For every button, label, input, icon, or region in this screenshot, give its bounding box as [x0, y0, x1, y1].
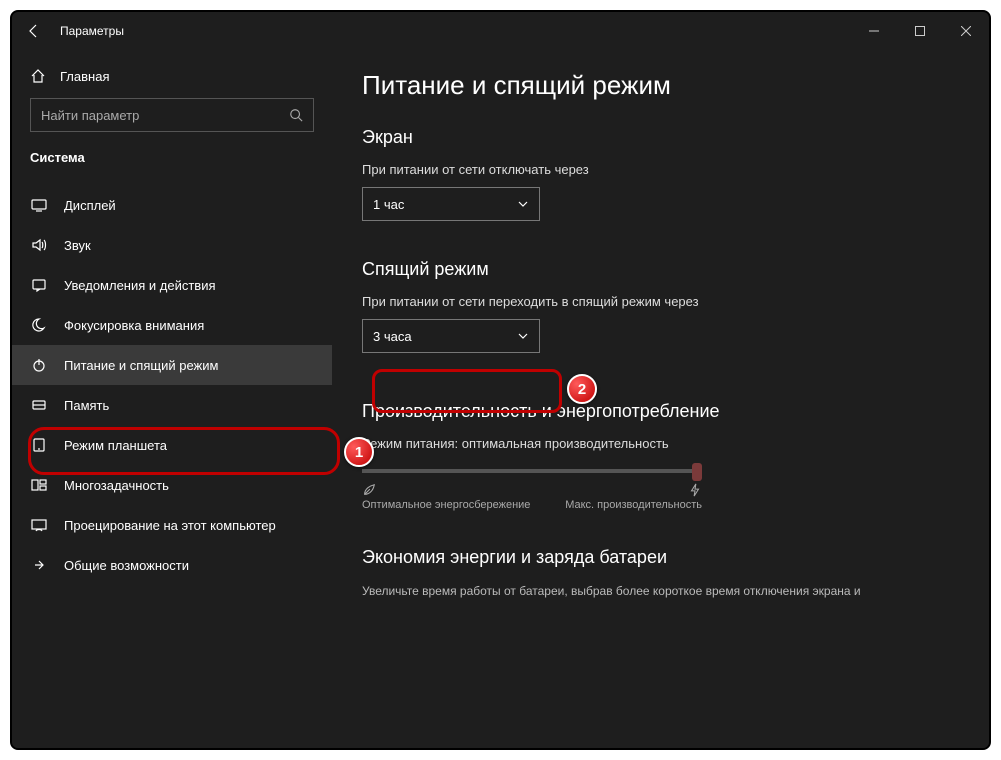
sidebar-item-multitask[interactable]: Многозадачность [12, 465, 332, 505]
screen-label: При питании от сети отключать через [362, 162, 959, 177]
perf-right-label: Макс. производительность [565, 499, 702, 511]
annotation-marker-1: 1 [344, 437, 374, 467]
sidebar-item-label: Многозадачность [64, 478, 169, 493]
multitask-icon [30, 477, 48, 493]
leaf-icon [362, 483, 376, 497]
minimize-button[interactable] [851, 12, 897, 50]
search-placeholder: Найти параметр [41, 108, 139, 123]
storage-icon [30, 397, 48, 413]
sidebar-home[interactable]: Главная [12, 58, 332, 98]
slider-thumb[interactable] [692, 463, 702, 481]
economy-heading: Экономия энергии и заряда батареи [362, 547, 959, 568]
home-icon [30, 68, 46, 84]
sidebar-item-notifications[interactable]: Уведомления и действия [12, 265, 332, 305]
sidebar-category: Система [12, 150, 332, 175]
sidebar-item-power[interactable]: Питание и спящий режим [12, 345, 332, 385]
sleep-timeout-dropdown[interactable]: 3 часа [362, 319, 540, 353]
perf-heading: Производительность и энергопотребление [362, 401, 959, 422]
perf-left-label: Оптимальное энергосбережение [362, 499, 530, 511]
sleep-label: При питании от сети переходить в спящий … [362, 294, 959, 309]
page-title: Питание и спящий режим [362, 70, 959, 101]
sidebar-home-label: Главная [60, 69, 109, 84]
sidebar-item-sound[interactable]: Звук [12, 225, 332, 265]
notifications-icon [30, 277, 48, 293]
sidebar-item-tablet[interactable]: Режим планшета [12, 425, 332, 465]
screen-timeout-value: 1 час [373, 197, 404, 212]
projecting-icon [30, 517, 48, 533]
sleep-timeout-value: 3 часа [373, 329, 412, 344]
screen-timeout-dropdown[interactable]: 1 час [362, 187, 540, 221]
sidebar-item-label: Общие возможности [64, 558, 189, 573]
chevron-down-icon [517, 198, 529, 210]
display-icon [30, 197, 48, 213]
bolt-icon [688, 483, 702, 497]
annotation-marker-2: 2 [567, 374, 597, 404]
sidebar-item-focus[interactable]: Фокусировка внимания [12, 305, 332, 345]
sound-icon [30, 237, 48, 253]
sidebar-item-label: Режим планшета [64, 438, 167, 453]
sidebar-item-storage[interactable]: Память [12, 385, 332, 425]
chevron-down-icon [517, 330, 529, 342]
main-panel: Питание и спящий режим Экран При питании… [332, 50, 989, 748]
sidebar-item-shared[interactable]: Общие возможности [12, 545, 332, 585]
sidebar-item-label: Память [64, 398, 109, 413]
window-title: Параметры [56, 24, 124, 38]
close-button[interactable] [943, 12, 989, 50]
focus-icon [30, 317, 48, 333]
maximize-button[interactable] [897, 12, 943, 50]
search-icon [289, 108, 303, 122]
tablet-icon [30, 437, 48, 453]
sidebar-item-label: Звук [64, 238, 91, 253]
sidebar-item-label: Фокусировка внимания [64, 318, 204, 333]
sidebar-item-projecting[interactable]: Проецирование на этот компьютер [12, 505, 332, 545]
shared-icon [30, 557, 48, 573]
perf-mode-label: Режим питания: оптимальная производитель… [362, 436, 959, 451]
sidebar-item-display[interactable]: Дисплей [12, 185, 332, 225]
screen-heading: Экран [362, 127, 959, 148]
perf-slider[interactable] [362, 469, 702, 473]
search-input[interactable]: Найти параметр [30, 98, 314, 132]
sidebar-item-label: Проецирование на этот компьютер [64, 518, 276, 533]
sidebar-item-label: Уведомления и действия [64, 278, 216, 293]
back-button[interactable] [12, 12, 56, 50]
sidebar-item-label: Дисплей [64, 198, 116, 213]
power-icon [30, 357, 48, 373]
sidebar-item-label: Питание и спящий режим [64, 358, 218, 373]
sidebar: Главная Найти параметр Система Дисплей З… [12, 50, 332, 748]
sleep-heading: Спящий режим [362, 259, 959, 280]
economy-text: Увеличьте время работы от батареи, выбра… [362, 582, 959, 600]
